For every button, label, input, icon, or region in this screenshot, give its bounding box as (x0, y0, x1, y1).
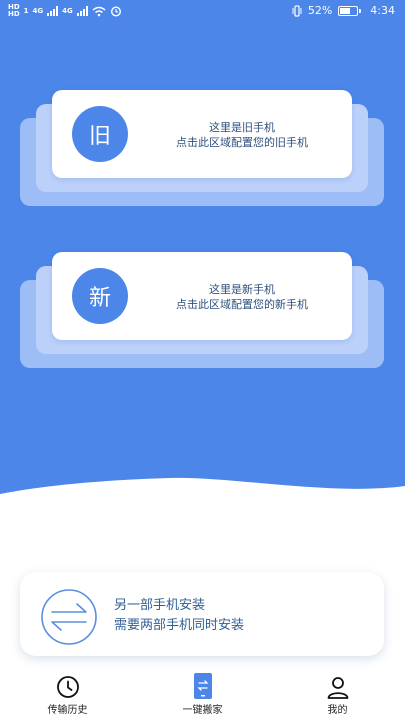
hd-indicator: HD HD (8, 3, 20, 18)
tab-one-click-move[interactable]: 一键搬家 (135, 673, 270, 720)
tab-mine-label: 我的 (327, 705, 348, 716)
tab-one-click-move-label: 一键搬家 (182, 705, 223, 716)
old-phone-text: 这里是旧手机 点击此区域配置您的旧手机 (136, 120, 348, 150)
new-phone-text: 这里是新手机 点击此区域配置您的新手机 (136, 282, 348, 312)
install-another-phone-card[interactable]: 另一部手机安装 需要两部手机同时安装 (20, 572, 384, 656)
install-line1: 另一部手机安装 (114, 598, 206, 613)
battery-percent: 52% (307, 4, 333, 17)
old-phone-badge: 旧 (72, 106, 128, 162)
old-phone-stack: 旧 这里是旧手机 点击此区域配置您的旧手机 (20, 90, 384, 208)
new-phone-card[interactable]: 新 这里是新手机 点击此区域配置您的新手机 (52, 252, 352, 340)
sim-slot: 1 (23, 6, 29, 15)
network-type-2: 4G (62, 6, 73, 15)
network-type-1: 4G (32, 6, 44, 15)
bottom-tab-bar: 传输历史 一键搬家 我的 (0, 673, 405, 720)
vibrate-icon (292, 4, 302, 17)
tab-mine[interactable]: 我的 (270, 674, 405, 720)
new-phone-line2: 点击此区域配置您的新手机 (176, 298, 308, 311)
status-bar: HD HD 1 4G 4G 52% 4:34 (0, 0, 405, 24)
wifi-icon (92, 6, 106, 16)
tab-transfer-history[interactable]: 传输历史 (0, 674, 135, 720)
swap-arrows-icon (41, 589, 97, 645)
alarm-icon (110, 6, 121, 17)
tab-transfer-history-label: 传输历史 (47, 705, 88, 716)
battery-icon (338, 5, 362, 16)
old-phone-line1: 这里是旧手机 (209, 121, 275, 134)
signal-icon (47, 6, 59, 16)
install-text: 另一部手机安装 需要两部手机同时安装 (114, 596, 244, 636)
signal-icon-2 (76, 6, 88, 16)
new-phone-badge: 新 (72, 268, 128, 324)
clock-time: 4:34 (370, 4, 395, 17)
new-phone-stack: 新 这里是新手机 点击此区域配置您的新手机 (20, 252, 384, 370)
clock-icon (55, 674, 81, 699)
phone-transfer-icon (190, 673, 216, 699)
install-line2: 需要两部手机同时安装 (114, 618, 245, 633)
old-phone-line2: 点击此区域配置您的旧手机 (176, 136, 308, 149)
new-phone-line1: 这里是新手机 (209, 283, 275, 296)
person-icon (325, 674, 351, 699)
old-phone-card[interactable]: 旧 这里是旧手机 点击此区域配置您的旧手机 (52, 90, 352, 178)
